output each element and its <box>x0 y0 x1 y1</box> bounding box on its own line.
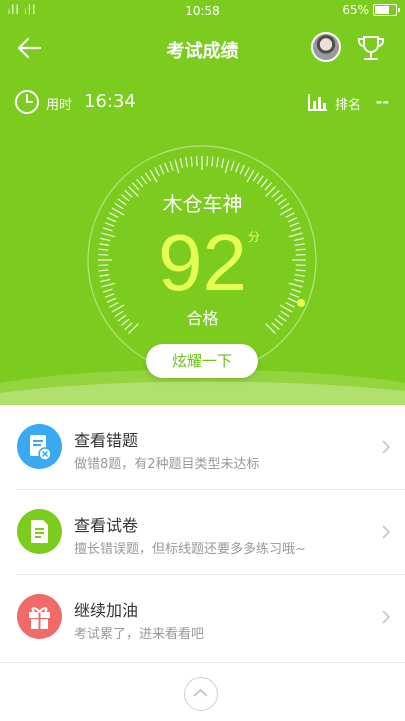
score-header: ᵢll ᵢll 10:58 65% 考试成绩 用时 16:34 排名 -- 木仓… <box>0 0 405 405</box>
dial-tick <box>136 178 144 188</box>
dial-tick <box>140 175 148 185</box>
list-item-view-paper[interactable]: 查看试卷 擅长错误题，但标线题还要多多练习哦~ <box>0 490 405 574</box>
list-item-wrong-questions[interactable]: 查看错题 做错8题，有2种题目类型未达标 <box>0 405 405 489</box>
dial-tick <box>220 158 225 169</box>
dial-tick <box>179 158 184 169</box>
rank-label: 排名 <box>334 98 361 113</box>
status-bar: ᵢll ᵢll 10:58 65% <box>0 0 405 22</box>
list-item-title: 继续加油 <box>74 601 139 620</box>
dial-tick <box>195 156 198 167</box>
dial-tick <box>154 167 160 177</box>
list-item-subtitle: 考试累了，进来看看吧 <box>74 627 205 642</box>
info-bar: 用时 16:34 排名 -- <box>0 88 405 116</box>
list-item-keep-going[interactable]: 继续加油 考试累了，进来看看吧 <box>0 575 405 659</box>
list-item-title: 查看错题 <box>74 431 139 450</box>
list-item-title: 查看试卷 <box>74 516 139 535</box>
result-label: 合格 <box>186 309 219 328</box>
chevron-right-icon <box>382 440 391 454</box>
dial-tick <box>159 164 165 175</box>
dial-tick <box>246 169 255 183</box>
chevron-right-icon <box>382 525 391 539</box>
user-name: 木仓车神 <box>162 192 243 216</box>
scroll-up-button[interactable] <box>184 677 218 711</box>
dial-tick <box>169 160 174 171</box>
dial-tick <box>190 156 193 167</box>
dial-tick <box>239 164 245 175</box>
dial-tick <box>260 178 268 188</box>
bottom-bar <box>0 662 405 721</box>
dial-tick <box>185 157 188 168</box>
dial-tick <box>174 159 180 174</box>
dial-tick <box>164 162 169 173</box>
dial-tick <box>256 175 264 185</box>
gift-icon <box>17 594 62 639</box>
dial-tick <box>216 157 219 168</box>
dial-tick <box>149 169 158 183</box>
clock-icon <box>15 90 39 114</box>
trophy-icon[interactable] <box>355 32 387 64</box>
score-unit: 分 <box>248 230 261 244</box>
paper-icon <box>17 509 62 554</box>
score-value: 92 <box>158 218 247 307</box>
time-label: 用时 <box>46 98 73 113</box>
rank-value: -- <box>375 92 389 111</box>
dial-tick <box>252 172 260 182</box>
dial-tick <box>235 162 240 173</box>
battery-icon <box>373 4 400 16</box>
dial-tick <box>244 167 250 177</box>
chevron-up-icon <box>193 688 208 697</box>
avatar[interactable] <box>311 32 341 62</box>
list-item-subtitle: 做错8题，有2种题目类型未达标 <box>74 457 260 472</box>
chevron-right-icon <box>382 610 391 624</box>
dial-tick <box>230 160 235 171</box>
share-button[interactable]: 炫耀一下 <box>146 344 258 378</box>
dial-tick <box>211 156 214 167</box>
dial-tick <box>224 159 230 174</box>
action-list: 查看错题 做错8题，有2种题目类型未达标 查看试卷 擅长错误题，但标线题还要多多… <box>0 405 405 659</box>
time-value: 16:34 <box>84 91 136 112</box>
page-title: 考试成绩 <box>166 41 239 62</box>
list-item-subtitle: 擅长错误题，但标线题还要多多练习哦~ <box>74 542 306 557</box>
dial-tick <box>206 156 209 167</box>
bar-chart-icon <box>308 94 327 111</box>
battery-indicator: 65% <box>342 3 400 17</box>
dial-tick <box>144 172 152 182</box>
battery-percent: 65% <box>342 3 369 17</box>
app-bar: 考试成绩 <box>0 28 405 68</box>
wrong-questions-icon <box>17 424 62 469</box>
